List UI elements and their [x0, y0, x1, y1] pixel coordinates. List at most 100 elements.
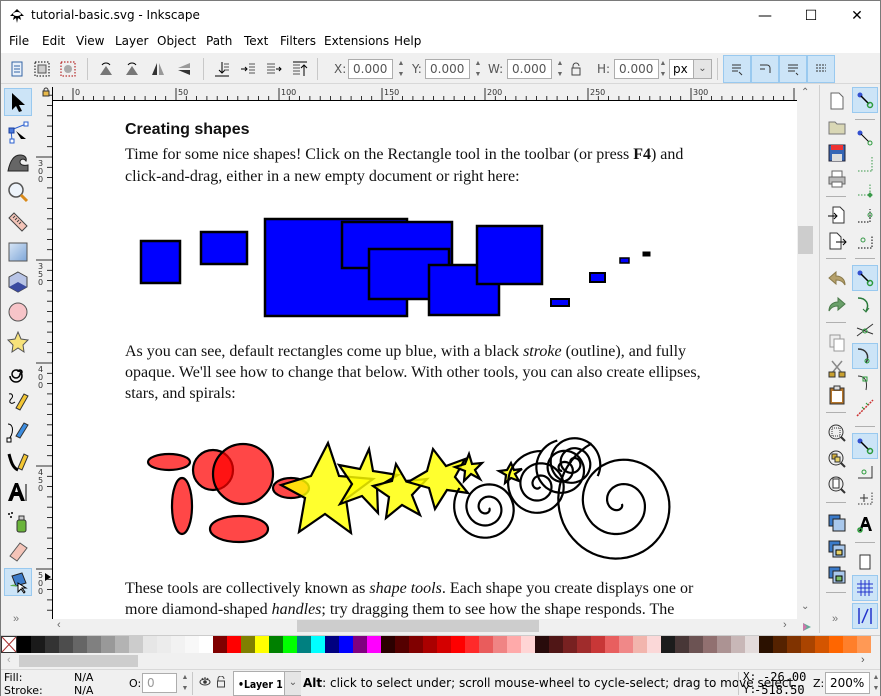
color-swatch[interactable]: [815, 636, 829, 653]
y-spinner[interactable]: ▲ ▼: [472, 59, 484, 79]
node-tool[interactable]: [4, 118, 32, 146]
pen-tool[interactable]: [4, 418, 32, 446]
vertical-scrollbar[interactable]: ⌃ ⌄: [797, 87, 814, 619]
w-spinner[interactable]: ▲ ▼: [554, 59, 566, 79]
layer-visibility-icon[interactable]: [199, 677, 211, 687]
color-swatch[interactable]: [227, 636, 241, 653]
select-all-layers-button[interactable]: [31, 58, 53, 80]
eraser-tool[interactable]: [4, 538, 32, 566]
snap-bbox-corner-toggle[interactable]: [852, 177, 878, 203]
menu-file[interactable]: File: [9, 34, 29, 48]
y-input[interactable]: [426, 60, 469, 78]
color-swatch[interactable]: [717, 636, 731, 653]
scroll-down-icon[interactable]: ⌄: [801, 601, 809, 612]
color-swatch[interactable]: [381, 636, 395, 653]
color-swatch[interactable]: [745, 636, 759, 653]
snap-bbox-midpoint-toggle[interactable]: [852, 203, 878, 229]
color-swatch[interactable]: [395, 636, 409, 653]
scale-stroke-toggle[interactable]: [723, 55, 751, 83]
scroll-up-icon[interactable]: ⌃: [801, 87, 809, 98]
snap-line-midpoint-toggle[interactable]: [852, 395, 878, 421]
color-swatch[interactable]: [129, 636, 143, 653]
import-button[interactable]: [825, 203, 849, 227]
export-button[interactable]: [825, 229, 849, 253]
color-swatch[interactable]: [451, 636, 465, 653]
flip-vertical-button[interactable]: [173, 58, 195, 80]
color-swatch[interactable]: [115, 636, 129, 653]
zoom-field[interactable]: [825, 672, 870, 694]
horizontal-scrollbar[interactable]: ‹ ›: [53, 619, 797, 633]
snap-grid-toggle[interactable]: [852, 575, 878, 601]
scale-corners-toggle[interactable]: [751, 55, 779, 83]
spiral-tool[interactable]: [4, 358, 32, 386]
snap-cusp-toggle[interactable]: [852, 343, 878, 369]
snap-object-center-toggle[interactable]: [852, 459, 878, 485]
zoom-tool[interactable]: [4, 178, 32, 206]
zoom-page-button[interactable]: [825, 473, 849, 497]
color-swatch[interactable]: [675, 636, 689, 653]
snap-guide-toggle[interactable]: [852, 603, 878, 629]
menu-extensions[interactable]: Extensions: [324, 34, 389, 48]
paint-bucket-tool[interactable]: [4, 568, 32, 596]
color-swatch[interactable]: [101, 636, 115, 653]
color-swatch[interactable]: [45, 636, 59, 653]
color-swatch[interactable]: [857, 636, 871, 653]
raise-to-top-button[interactable]: [289, 58, 311, 80]
x-field[interactable]: [348, 59, 393, 79]
color-swatch[interactable]: [787, 636, 801, 653]
color-swatch[interactable]: [703, 636, 717, 653]
color-swatch[interactable]: [829, 636, 843, 653]
3d-box-tool[interactable]: [4, 268, 32, 296]
x-spinner[interactable]: ▲ ▼: [395, 59, 407, 79]
menu-object[interactable]: Object: [157, 34, 196, 48]
snap-bbox-center-toggle[interactable]: [852, 229, 878, 255]
zoom-selection-button[interactable]: [825, 421, 849, 445]
paste-button[interactable]: [825, 383, 849, 407]
lock-guides-icon[interactable]: [41, 87, 51, 97]
color-swatch[interactable]: [507, 636, 521, 653]
menu-help[interactable]: Help: [394, 34, 421, 48]
y-field[interactable]: [425, 59, 470, 79]
color-swatch[interactable]: [143, 636, 157, 653]
zoom-input[interactable]: [826, 673, 869, 693]
color-swatch[interactable]: [619, 636, 633, 653]
redo-button[interactable]: [825, 293, 849, 317]
color-swatch[interactable]: [591, 636, 605, 653]
color-swatch[interactable]: [773, 636, 787, 653]
color-swatch[interactable]: [311, 636, 325, 653]
star-tool[interactable]: [4, 328, 32, 356]
color-swatch[interactable]: [339, 636, 353, 653]
color-swatch[interactable]: [325, 636, 339, 653]
zoom-spinner[interactable]: ▲ ▼: [870, 673, 881, 693]
h-spinner[interactable]: ▲ ▼: [657, 59, 669, 79]
h-input[interactable]: [615, 60, 658, 78]
h-field[interactable]: [614, 59, 659, 79]
color-swatch[interactable]: [269, 636, 283, 653]
palette-scroll-right-icon[interactable]: ›: [861, 654, 865, 666]
open-button[interactable]: [825, 115, 849, 139]
select-all-button[interactable]: [6, 58, 28, 80]
opacity-field[interactable]: [142, 673, 177, 693]
scroll-right-icon[interactable]: ›: [783, 619, 787, 631]
w-field[interactable]: [507, 59, 552, 79]
color-swatch[interactable]: [843, 636, 857, 653]
color-swatch[interactable]: [199, 636, 213, 653]
drawing-canvas[interactable]: Creating shapes Time for some nice shape…: [53, 101, 797, 619]
rotate-ccw-button[interactable]: [95, 58, 117, 80]
snap-rotation-center-toggle[interactable]: [852, 485, 878, 511]
lock-proportions-icon[interactable]: [570, 62, 582, 76]
color-swatch[interactable]: [171, 636, 185, 653]
color-swatch[interactable]: [409, 636, 423, 653]
unlink-clone-button[interactable]: [825, 563, 849, 587]
duplicate-button[interactable]: [825, 511, 849, 535]
lower-button[interactable]: [237, 58, 259, 80]
color-swatch[interactable]: [549, 636, 563, 653]
color-swatch[interactable]: [31, 636, 45, 653]
color-swatch[interactable]: [437, 636, 451, 653]
snap-nodes-toggle[interactable]: [852, 265, 878, 291]
clone-button[interactable]: [825, 537, 849, 561]
horizontal-scroll-thumb[interactable]: [297, 620, 539, 632]
color-swatch[interactable]: [185, 636, 199, 653]
flip-horizontal-button[interactable]: [147, 58, 169, 80]
undo-button[interactable]: [825, 267, 849, 291]
